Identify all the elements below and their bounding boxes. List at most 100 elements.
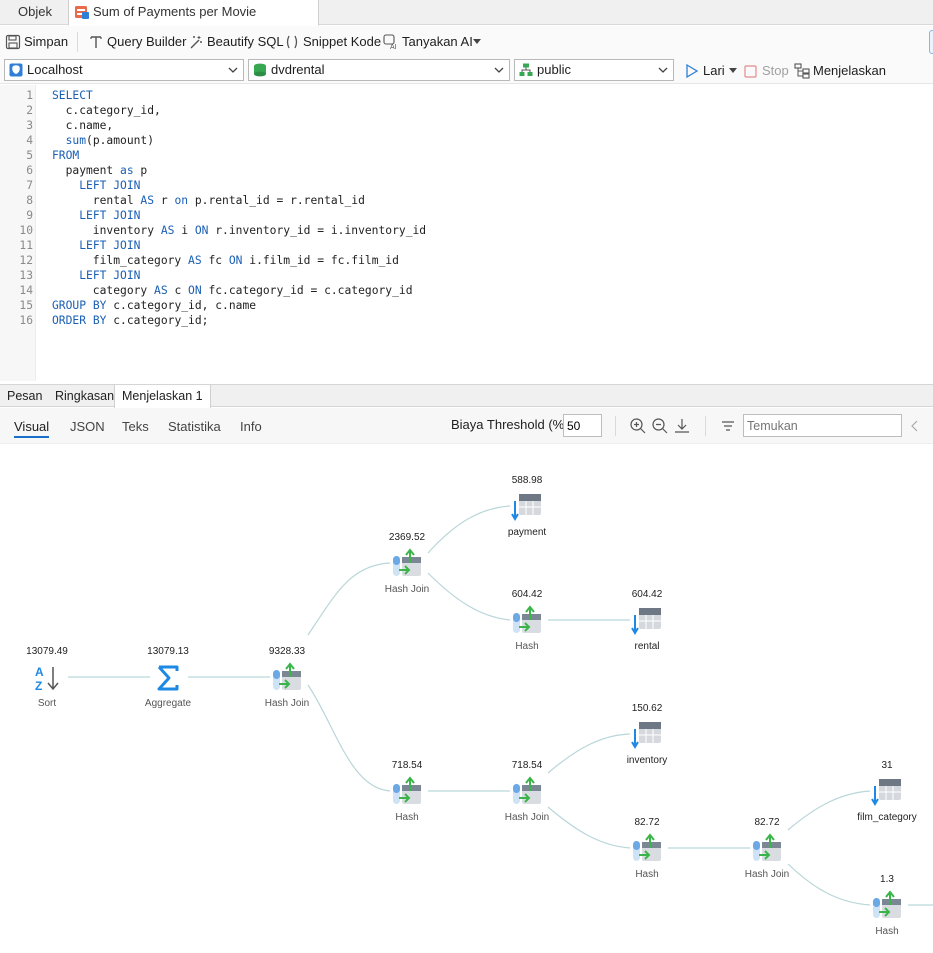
line-number: 15 — [19, 299, 33, 312]
plan-node-hash-join[interactable]: 2369.52 Hash Join — [367, 532, 447, 596]
stop-icon — [744, 65, 757, 78]
code-line: LEFT JOIN — [79, 239, 141, 252]
line-number: 4 — [26, 134, 33, 147]
query-file-icon — [75, 6, 89, 19]
node-label: Hash Join — [264, 698, 310, 709]
code-line: c.category_id, — [52, 104, 161, 117]
tab-objects-label: Objek — [18, 4, 52, 19]
sigma-icon — [157, 665, 179, 691]
ask-ai-button[interactable]: AI Tanyakan AI — [383, 33, 483, 51]
tab-summary[interactable]: Ringkasan — [48, 385, 121, 407]
tab-statistics[interactable]: Statistika — [168, 418, 221, 438]
plan-node-aggregate[interactable]: 13079.13 Aggregate — [128, 646, 208, 710]
line-number: 6 — [26, 164, 33, 177]
tab-json[interactable]: JSON — [70, 418, 105, 438]
line-number: 1 — [26, 89, 33, 102]
plan-node-sort[interactable]: 13079.49 A Z Sort — [7, 646, 87, 710]
plan-node-hash[interactable]: 718.54 Hash — [367, 760, 447, 824]
toolbar-divider — [77, 32, 78, 52]
node-cost: 150.62 — [631, 703, 663, 714]
line-number: 16 — [19, 314, 33, 327]
schema-select[interactable]: public — [514, 59, 674, 81]
tab-text[interactable]: Teks — [122, 418, 149, 438]
plan-node-hash-join[interactable]: 9328.33 Hash Join — [247, 646, 327, 710]
plan-node-hash-join[interactable]: 82.72 Hash Join — [727, 817, 807, 881]
node-label: Hash — [395, 812, 419, 823]
code-line: c.name, — [52, 119, 114, 132]
node-label: Sort — [37, 698, 57, 709]
hash-icon — [633, 833, 661, 861]
plan-node-hash[interactable]: 82.72 Hash — [607, 817, 687, 881]
node-label: Hash — [635, 869, 659, 880]
node-label: Hash Join — [504, 812, 550, 823]
plan-node-table-rental[interactable]: 604.42 rental — [607, 589, 687, 653]
plan-node-hash[interactable]: 1.3 Hash — [847, 874, 927, 938]
run-button[interactable]: Lari — [684, 62, 738, 80]
plan-node-table-inventory[interactable]: 150.62 inventory — [607, 703, 687, 767]
hash-icon — [513, 605, 541, 633]
explain-plan-icon — [794, 63, 810, 79]
query-builder-button[interactable]: Query Builder — [88, 33, 186, 51]
node-label: Aggregate — [144, 698, 192, 709]
save-button[interactable]: Simpan — [5, 33, 69, 51]
node-cost: 82.72 — [634, 817, 660, 828]
tab-query[interactable]: Sum of Payments per Movie Category ... — [68, 0, 319, 43]
tab-explain-1[interactable]: Menjelaskan 1 — [114, 385, 211, 408]
server-icon — [9, 63, 23, 77]
tab-objects[interactable]: Objek — [8, 0, 68, 25]
node-cost: 13079.13 — [147, 646, 189, 657]
plan-node-table-payment[interactable]: 588.98 payment — [487, 475, 567, 539]
zoom-in-icon[interactable] — [629, 417, 647, 435]
svg-text:A: A — [35, 665, 44, 679]
table-scan-icon — [631, 722, 661, 749]
explain-button[interactable]: Menjelaskan — [794, 62, 886, 80]
plan-node-table-film-category[interactable]: 31 film_category — [847, 760, 927, 824]
explain-plan-canvas[interactable]: 13079.49 A Z Sort 13079.13 Aggregate 932… — [0, 445, 933, 953]
tab-visual[interactable]: Visual — [14, 418, 50, 438]
query-builder-icon — [90, 36, 102, 48]
node-label: film_category — [857, 812, 917, 823]
cost-threshold-input[interactable] — [563, 414, 602, 437]
find-input[interactable] — [743, 414, 902, 437]
server-select[interactable]: Localhost — [4, 59, 244, 81]
stop-button[interactable]: Stop — [743, 62, 789, 80]
chevron-down-icon — [473, 39, 481, 44]
panel-toggle-button[interactable] — [929, 30, 933, 54]
download-icon[interactable] — [673, 417, 691, 435]
plan-node-hash-join[interactable]: 718.54 Hash Join — [487, 760, 567, 824]
filter-icon[interactable] — [719, 417, 737, 435]
code-line: rental AS r on p.rental_id = r.rental_id — [52, 194, 365, 207]
code-line: LEFT JOIN — [79, 269, 141, 282]
sql-editor[interactable]: 1 2 3 4 5 6 7 8 9 10 11 12 13 14 15 16 S… — [0, 85, 933, 381]
code-line: sum(p.amount) — [65, 134, 155, 147]
code-snippet-label: Snippet Kode — [303, 34, 382, 49]
chevron-left-icon[interactable] — [908, 418, 922, 434]
database-icon — [254, 63, 266, 77]
database-select[interactable]: dvdrental — [248, 59, 510, 81]
node-cost: 31 — [881, 760, 893, 771]
magic-wand-icon — [190, 36, 202, 49]
tab-info[interactable]: Info — [240, 418, 262, 438]
brackets-icon — [286, 35, 298, 49]
line-number: 14 — [19, 284, 33, 297]
line-number: 2 — [26, 104, 33, 117]
tab-messages[interactable]: Pesan — [0, 385, 49, 407]
code-snippet-button[interactable]: Snippet Kode — [284, 33, 381, 51]
zoom-out-icon[interactable] — [651, 417, 669, 435]
node-cost: 718.54 — [391, 760, 423, 771]
line-number: 7 — [26, 179, 33, 192]
line-number: 9 — [26, 209, 33, 222]
plan-node-hash[interactable]: 604.42 Hash — [487, 589, 567, 653]
database-value: dvdrental — [271, 62, 325, 77]
server-value: Localhost — [27, 62, 83, 77]
line-number-gutter: 1 2 3 4 5 6 7 8 9 10 11 12 13 14 15 16 — [0, 85, 36, 381]
save-label: Simpan — [24, 34, 69, 49]
code-line: SELECT — [52, 89, 93, 102]
save-icon — [5, 34, 21, 50]
code-line: FROM — [52, 149, 80, 162]
beautify-sql-button[interactable]: Beautify SQL — [188, 33, 284, 51]
explain-view-toolbar: Visual JSON Teks Statistika Info Biaya T… — [0, 408, 933, 444]
toolbar-divider — [615, 416, 616, 436]
hash-join-icon — [753, 833, 781, 861]
node-cost: 1.3 — [880, 874, 894, 885]
